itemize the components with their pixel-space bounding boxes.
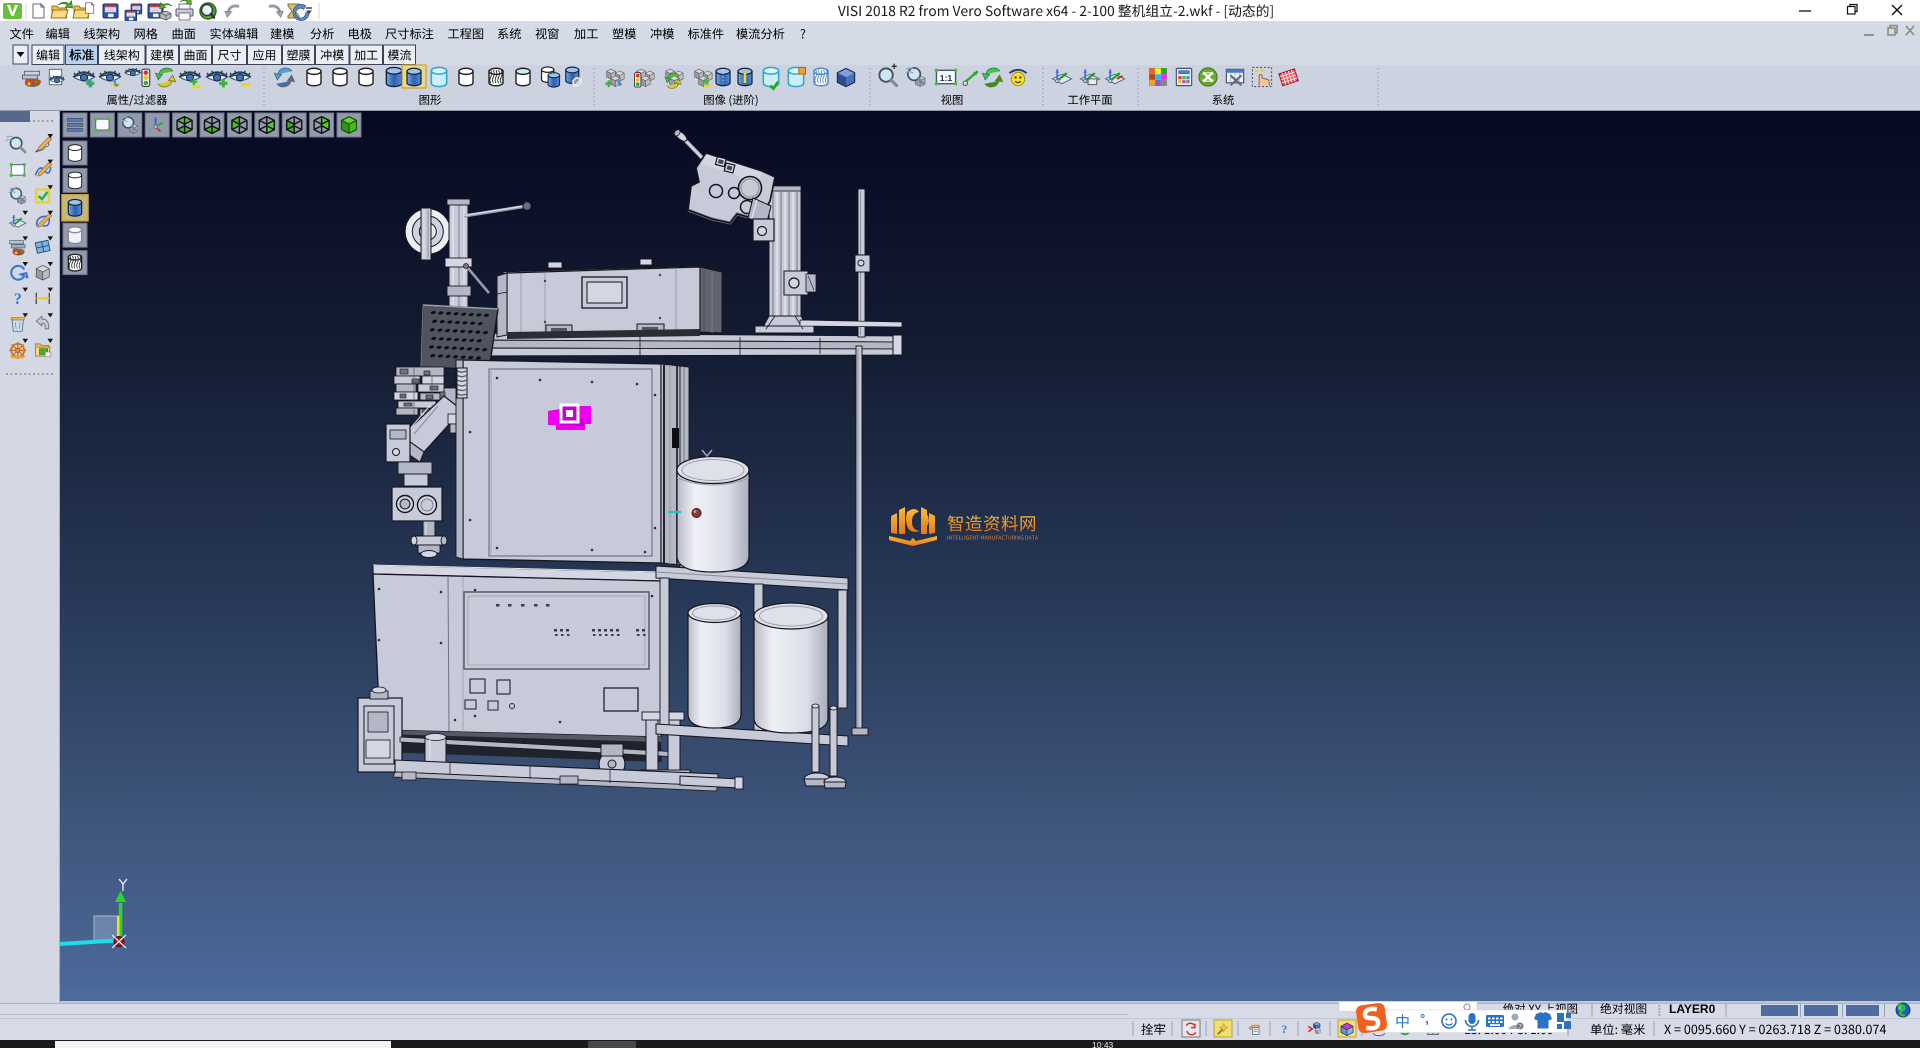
svg-text:?: ? bbox=[1281, 1022, 1287, 1036]
svg-text:?: ? bbox=[14, 290, 22, 308]
svg-text:10:43: 10:43 bbox=[1092, 1040, 1114, 1048]
svg-text:LAYER0: LAYER0 bbox=[1669, 1002, 1716, 1016]
svg-text:1:1: 1:1 bbox=[940, 73, 953, 83]
svg-text:°,: °, bbox=[1420, 1011, 1429, 1026]
